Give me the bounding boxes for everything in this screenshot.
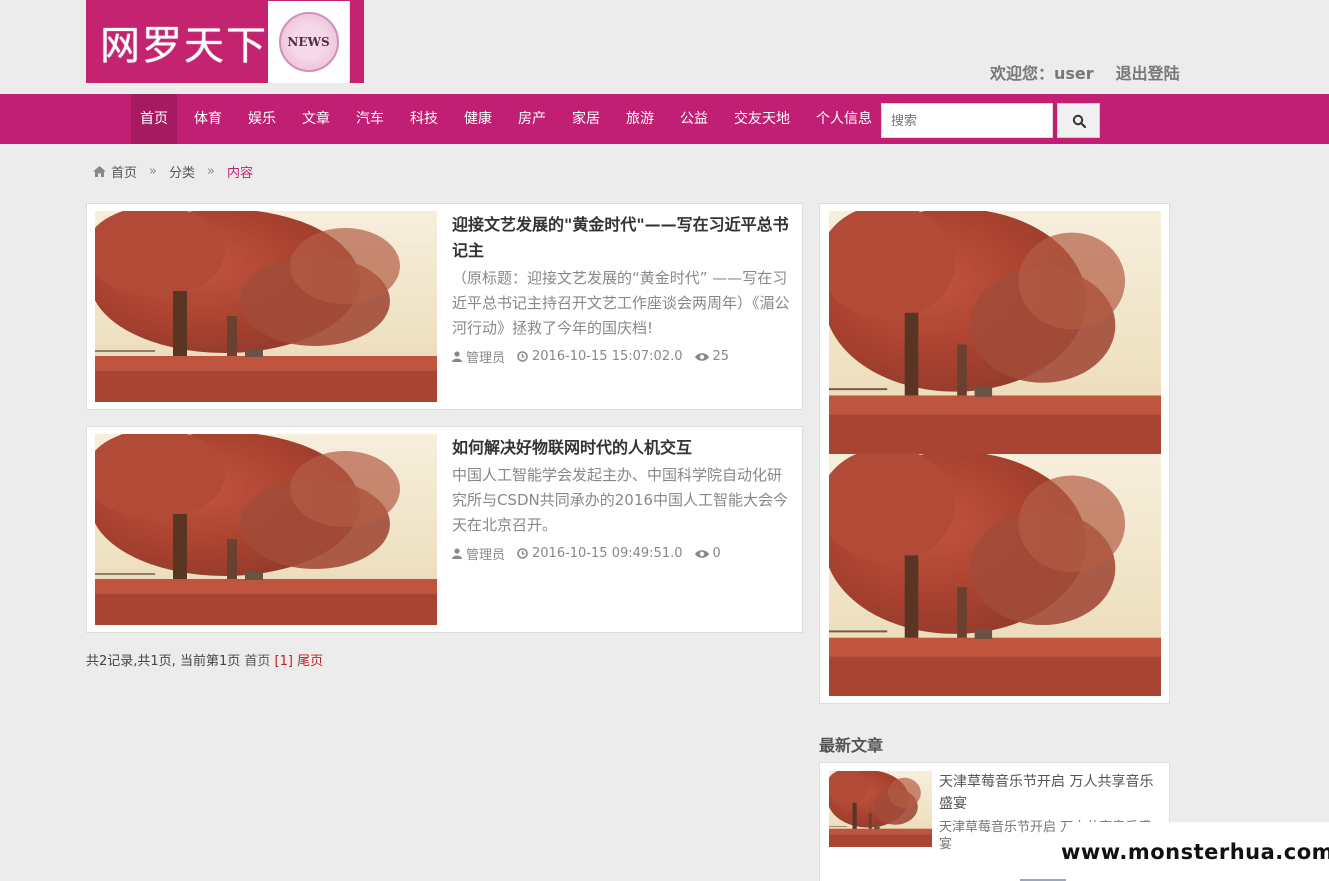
nav-item-tech[interactable]: 科技 xyxy=(401,94,447,144)
article-views: 25 xyxy=(712,349,730,364)
article-date: 2016-10-15 15:07:02.0 xyxy=(532,349,683,364)
search-button[interactable] xyxy=(1057,103,1100,138)
article-summary: （原标题：迎接文艺发展的“黄金时代” ——写在习近平总书记主持召开文艺工作座谈会… xyxy=(452,269,790,337)
breadcrumb-current: 内容 xyxy=(226,166,253,181)
nav-item-health[interactable]: 健康 xyxy=(455,94,501,144)
logo-text: 网罗天下 xyxy=(100,22,268,69)
nav-item-home-furnishing[interactable]: 家居 xyxy=(563,94,609,144)
nav-item-home[interactable]: 首页 xyxy=(131,94,177,144)
user-icon xyxy=(452,351,462,362)
banner-image[interactable] xyxy=(829,211,1161,454)
article-meta: 管理员 2016-10-15 09:49:51.0 0 xyxy=(452,544,794,563)
article-summary: 中国人工智能学会发起主办、中国科学院自动化研究所与CSDN共同承办的2016中国… xyxy=(452,466,788,534)
article-author: 管理员 xyxy=(466,351,506,366)
latest-article-thumbnail[interactable] xyxy=(829,771,932,847)
sidebar-banner xyxy=(819,203,1170,704)
latest-article-title[interactable]: 天津草莓音乐节开启 万人共享音乐盛宴 xyxy=(939,771,1161,815)
article-views: 0 xyxy=(712,546,721,561)
watermark: www.monsterhua.com xyxy=(1061,822,1329,881)
nav-item-sports[interactable]: 体育 xyxy=(185,94,231,144)
eye-icon xyxy=(694,549,709,558)
clock-icon xyxy=(517,351,528,362)
breadcrumb-category[interactable]: 分类 xyxy=(169,162,195,181)
user-icon xyxy=(452,548,462,559)
breadcrumb-separator: » xyxy=(149,164,157,179)
nav-item-social[interactable]: 交友天地 xyxy=(725,94,799,144)
nav-menu: 首页 体育 娱乐 文章 汽车 科技 健康 房产 家居 旅游 公益 交友天地 个人… xyxy=(131,94,889,144)
nav-item-charity[interactable]: 公益 xyxy=(671,94,717,144)
nav-item-realestate[interactable]: 房产 xyxy=(509,94,555,144)
article-author: 管理员 xyxy=(466,548,506,563)
user-area: 欢迎您：user 退出登陆 xyxy=(990,60,1180,84)
pagination-first[interactable]: 首页 xyxy=(244,654,270,669)
banner-image[interactable] xyxy=(829,454,1161,696)
nav-item-travel[interactable]: 旅游 xyxy=(617,94,663,144)
article-thumbnail[interactable] xyxy=(95,434,437,625)
news-badge-icon: NEWS xyxy=(268,0,350,83)
pagination-last[interactable]: 尾页 xyxy=(297,654,323,669)
nav-item-profile[interactable]: 个人信息 xyxy=(807,94,881,144)
search-input[interactable] xyxy=(881,103,1053,138)
clock-icon xyxy=(517,548,528,559)
article-title[interactable]: 如何解决好物联网时代的人机交互 xyxy=(452,435,794,461)
pagination-summary: 共2记录,共1页, 当前第1页 xyxy=(86,654,245,669)
latest-articles-heading: 最新文章 xyxy=(819,736,884,755)
article-date: 2016-10-15 09:49:51.0 xyxy=(532,546,683,561)
pagination-current-page[interactable]: [1] xyxy=(275,654,293,669)
breadcrumb-separator: » xyxy=(207,164,215,179)
breadcrumb-home-label: 首页 xyxy=(111,166,138,181)
news-badge-label: NEWS xyxy=(278,11,339,72)
breadcrumb-home[interactable]: 首页 xyxy=(93,162,137,181)
welcome-text: 欢迎您：user xyxy=(990,64,1094,83)
logout-link[interactable]: 退出登陆 xyxy=(1116,60,1180,84)
pagination: 共2记录,共1页, 当前第1页 首页 [1] 尾页 xyxy=(86,650,323,669)
site-logo[interactable]: 网罗天下 NEWS xyxy=(86,0,364,83)
article-title[interactable]: 迎接文艺发展的"黄金时代"——写在习近平总书记主 xyxy=(452,212,794,264)
eye-icon xyxy=(694,352,709,361)
article-thumbnail[interactable] xyxy=(95,211,437,402)
search-icon xyxy=(1072,114,1086,128)
home-icon xyxy=(93,166,106,177)
nav-item-entertainment[interactable]: 娱乐 xyxy=(239,94,285,144)
nav-item-auto[interactable]: 汽车 xyxy=(347,94,393,144)
nav-item-articles[interactable]: 文章 xyxy=(293,94,339,144)
article-card: 如何解决好物联网时代的人机交互 中国人工智能学会发起主办、中国科学院自动化研究所… xyxy=(86,426,803,633)
article-meta: 管理员 2016-10-15 15:07:02.0 25 xyxy=(452,347,794,366)
article-card: 迎接文艺发展的"黄金时代"——写在习近平总书记主 （原标题：迎接文艺发展的“黄金… xyxy=(86,203,803,410)
main-navbar: 首页 体育 娱乐 文章 汽车 科技 健康 房产 家居 旅游 公益 交友天地 个人… xyxy=(0,94,1329,144)
breadcrumb: 首页 » 分类 » 内容 xyxy=(93,162,253,181)
